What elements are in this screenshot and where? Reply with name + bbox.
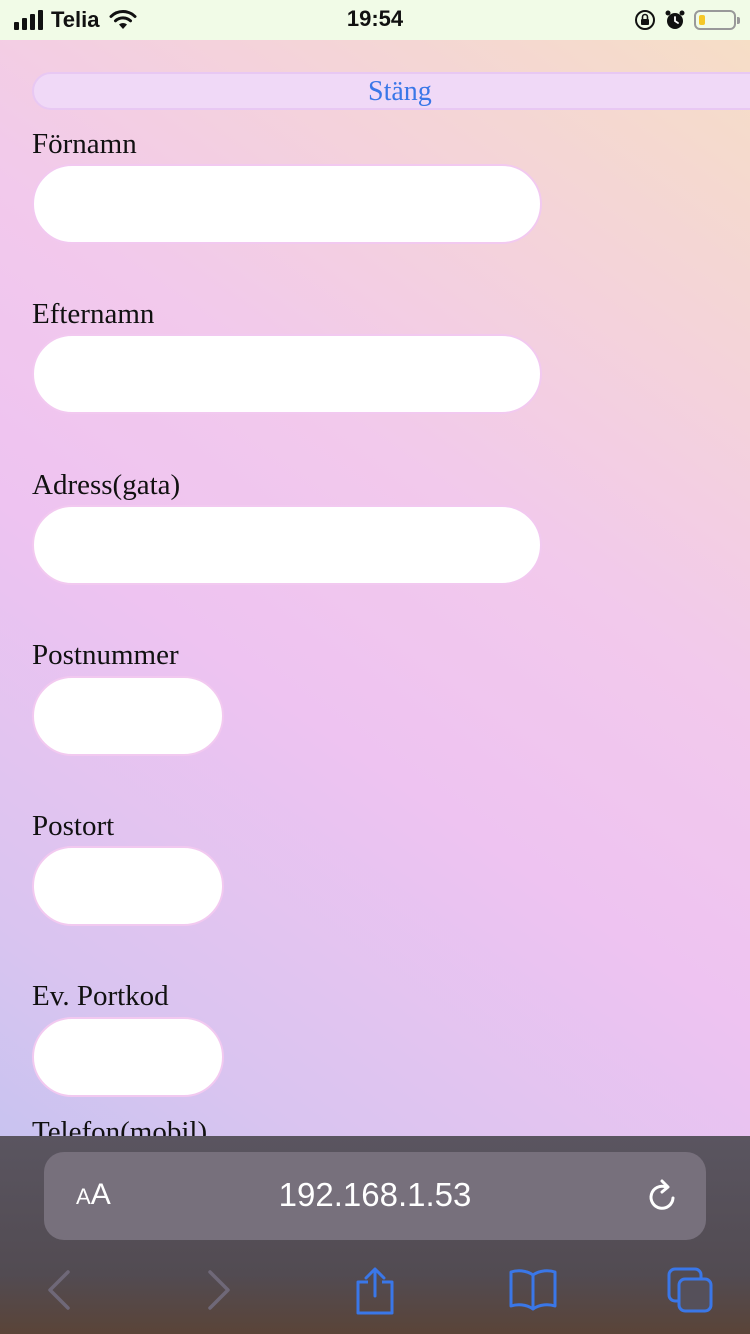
status-bar: Telia 19:54 [0, 0, 750, 40]
last-name-input[interactable] [32, 334, 542, 414]
street-address-input[interactable] [32, 505, 542, 585]
postal-code-label: Postnummer [32, 639, 179, 671]
share-icon[interactable] [354, 1266, 396, 1316]
forward-icon[interactable] [204, 1266, 234, 1314]
browser-toolbar: AA 192.168.1.53 [0, 1136, 750, 1334]
last-name-label: Efternamn [32, 298, 155, 330]
alarm-icon [665, 10, 685, 29]
street-address-label: Adress(gata) [32, 469, 181, 501]
tabs-icon[interactable] [666, 1266, 714, 1314]
battery-icon [694, 10, 740, 30]
reload-icon[interactable] [646, 1178, 680, 1214]
bookmarks-icon[interactable] [508, 1266, 558, 1312]
back-icon[interactable] [44, 1266, 74, 1314]
city-label: Postort [32, 810, 115, 842]
orientation-lock-icon [635, 10, 655, 30]
city-input[interactable] [32, 846, 224, 926]
url-text[interactable]: 192.168.1.53 [44, 1176, 706, 1214]
door-code-label: Ev. Portkod [32, 980, 169, 1012]
first-name-label: Förnamn [32, 128, 137, 160]
door-code-input[interactable] [32, 1017, 224, 1097]
postal-code-input[interactable] [32, 676, 224, 756]
address-bar[interactable]: AA 192.168.1.53 [44, 1152, 706, 1240]
first-name-input[interactable] [32, 164, 542, 244]
close-button[interactable]: Stäng [32, 72, 750, 110]
